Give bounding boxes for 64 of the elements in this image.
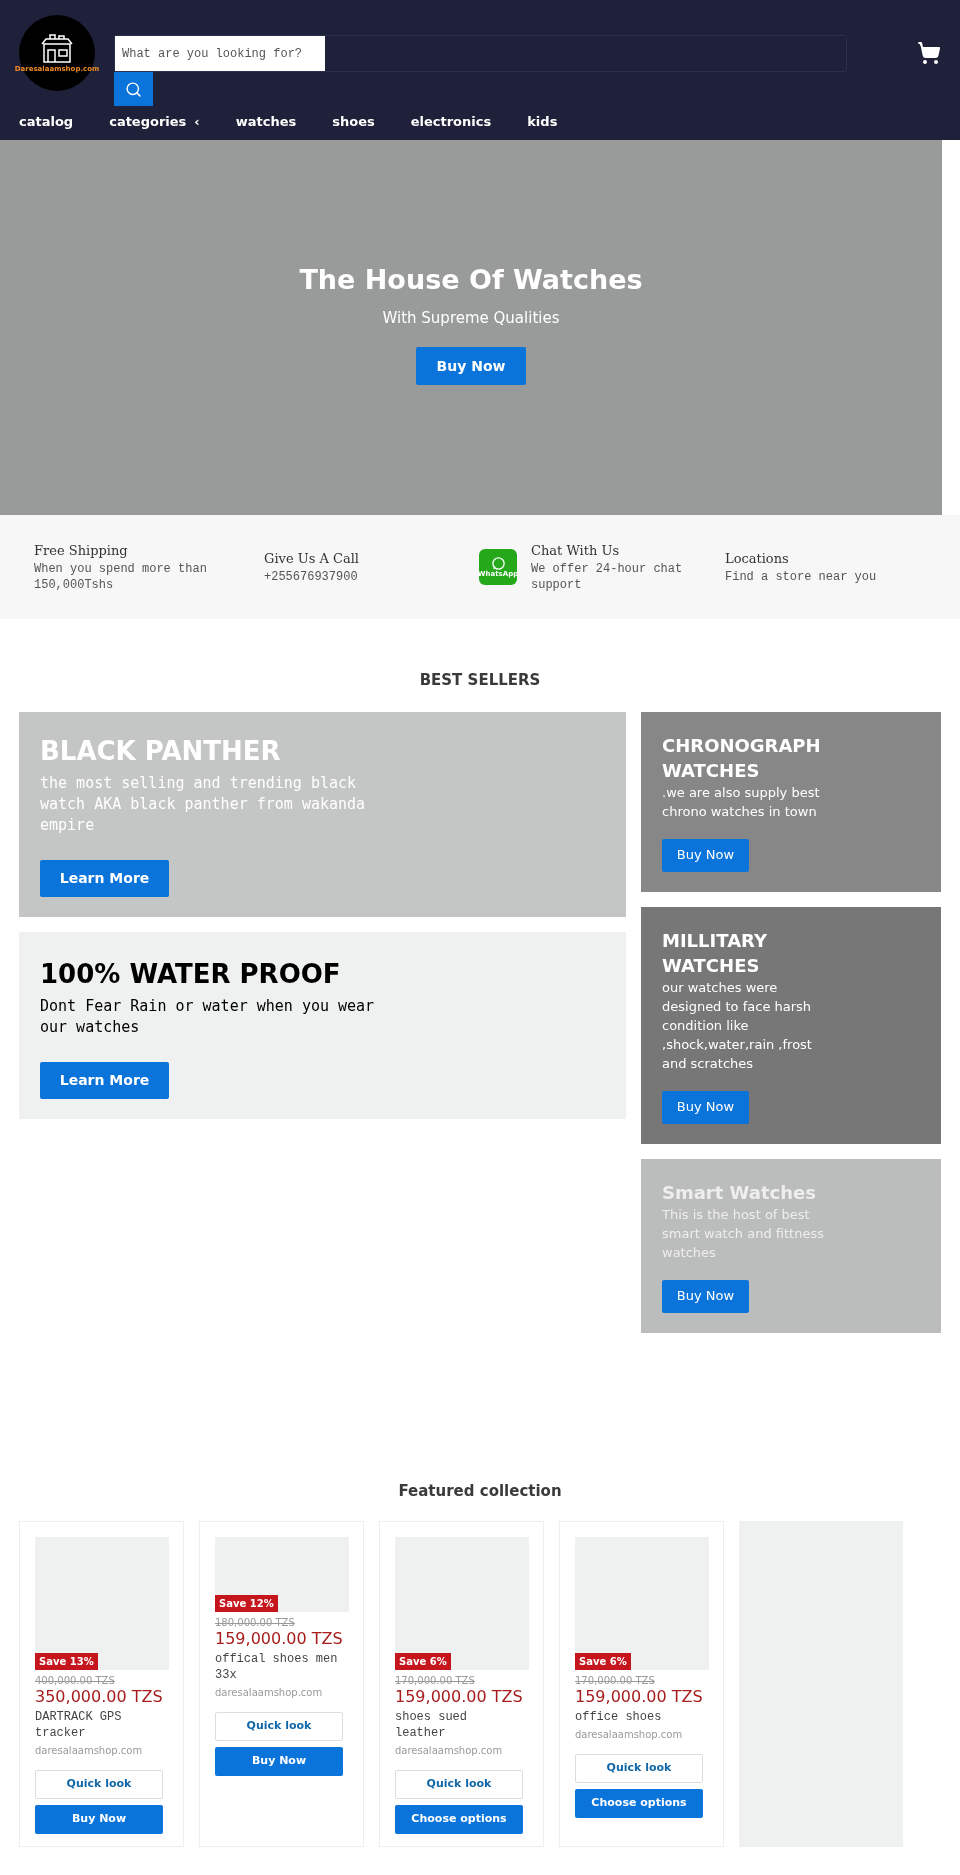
product-name: shoes sued leather: [395, 1709, 468, 1741]
promo-text: Dont Fear Rain or water when you wear our watches: [40, 995, 376, 1038]
product-price: 350,000.00 TZS: [35, 1687, 164, 1707]
cart-icon[interactable]: [917, 41, 941, 65]
nav-link[interactable]: watches: [235, 112, 297, 132]
feature-text: +255676937900: [264, 568, 359, 585]
shop-icon: [40, 33, 74, 64]
buy-button[interactable]: Buy Now: [215, 1747, 343, 1776]
nav-link[interactable]: electronics: [410, 112, 492, 132]
sale-badge: Save 6%: [395, 1653, 451, 1670]
product-name: DARTRACK GPS tracker: [35, 1709, 123, 1741]
buy-now-button[interactable]: Buy Now: [662, 1090, 749, 1124]
promo-title: BLACK PANTHER: [40, 734, 282, 768]
feature-text: Find a store near you: [725, 568, 877, 585]
product-price: 159,000.00 TZS: [575, 1687, 704, 1707]
feature-text: When you spend more than 150,000Tshs: [34, 560, 208, 593]
feature-title: Give Us A Call: [264, 550, 359, 569]
product-price: 159,000.00 TZS: [215, 1629, 344, 1649]
product-name: offical shoes men 33x: [215, 1651, 339, 1683]
nav-link[interactable]: catalog: [19, 112, 74, 132]
promo-text: our watches were designed to face harsh condition like ,shock,water,rain ,frost and scratches: [662, 978, 813, 1073]
feature-title: Chat With Us: [531, 542, 621, 561]
nav-link[interactable]: shoes: [332, 112, 375, 132]
promo-title: MILLITARY WATCHES: [662, 928, 768, 978]
sale-badge: Save 6%: [575, 1653, 631, 1670]
feature-title: Locations: [725, 550, 790, 569]
product-price: 159,000.00 TZS: [395, 1687, 524, 1707]
buy-now-button[interactable]: Buy Now: [662, 1279, 749, 1313]
promo-text: the most selling and trending black watch AKA black panther from wakanda empire: [40, 772, 367, 836]
feature-title: Free Shipping: [34, 542, 129, 561]
search-button[interactable]: [114, 72, 153, 106]
quick-look-button[interactable]: Quick look: [215, 1712, 343, 1741]
quick-look-button[interactable]: Quick look: [35, 1770, 163, 1799]
hero-subtitle: With Supreme Qualities: [382, 307, 560, 329]
old-price: 180,000.00 TZS: [215, 1616, 296, 1629]
vendor-name: daresalaamshop.com: [395, 1744, 504, 1758]
buy-button[interactable]: Choose options: [395, 1805, 523, 1834]
sale-badge: Save 13%: [35, 1653, 98, 1670]
section-title: BEST SELLERS: [418, 670, 542, 691]
quick-look-button[interactable]: Quick look: [575, 1754, 703, 1783]
promo-text: .we are also supply best chrono watches in town: [662, 783, 821, 821]
vendor-name: daresalaamshop.com: [575, 1728, 684, 1742]
buy-now-button[interactable]: Buy Now: [662, 838, 749, 872]
promo-title: 100% WATER PROOF: [40, 957, 342, 991]
product-name: office shoes: [575, 1709, 663, 1725]
promo-title: CHRONOGRAPH WATCHES: [662, 733, 822, 783]
learn-more-button[interactable]: Learn More: [40, 859, 169, 897]
old-price: 170,000.00 TZS: [575, 1674, 656, 1687]
learn-more-button[interactable]: Learn More: [40, 1061, 169, 1099]
nav-link[interactable]: kids: [527, 112, 558, 132]
search-icon: [125, 80, 142, 98]
sale-badge: Save 12%: [215, 1595, 278, 1612]
vendor-name: daresalaamshop.com: [35, 1744, 144, 1758]
buy-now-button[interactable]: Buy Now: [416, 347, 526, 385]
nav-link[interactable]: categories ‹: [109, 112, 200, 132]
quick-look-button[interactable]: Quick look: [395, 1770, 523, 1799]
vendor-name: daresalaamshop.com: [215, 1686, 324, 1700]
buy-button[interactable]: Choose options: [575, 1789, 703, 1818]
section-title: Featured collection: [397, 1480, 563, 1502]
buy-button[interactable]: Buy Now: [35, 1805, 163, 1834]
old-price: 170,000.00 TZS: [395, 1674, 476, 1687]
feature-text: We offer 24-hour chat support: [531, 560, 684, 593]
hero-title: The House Of Watches: [299, 263, 643, 297]
old-price: 400,000.00 TZS: [35, 1674, 116, 1687]
